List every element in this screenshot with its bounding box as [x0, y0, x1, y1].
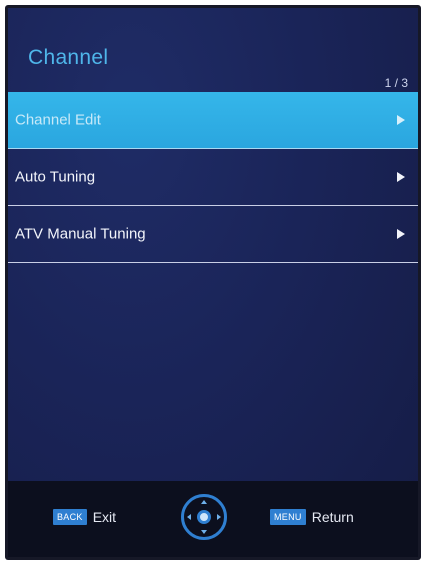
- page-indicator: 1 / 3: [384, 76, 408, 90]
- tv-screen: Channel 1 / 3 Channel Edit Auto Tuning A…: [5, 5, 421, 560]
- back-exit-hint[interactable]: BACK Exit: [53, 509, 116, 525]
- menu-item-atv-manual-tuning[interactable]: ATV Manual Tuning: [8, 206, 418, 263]
- dpad-up-icon: [201, 500, 207, 504]
- dpad-left-icon: [187, 514, 191, 520]
- menu-item-auto-tuning[interactable]: Auto Tuning: [8, 149, 418, 206]
- dpad-icon: [181, 494, 227, 540]
- dpad-right-icon: [217, 514, 221, 520]
- channel-menu-panel: Channel 1 / 3 Channel Edit Auto Tuning A…: [8, 8, 418, 557]
- menu-return-hint[interactable]: MENU Return: [270, 509, 354, 525]
- menu-key-badge: MENU: [270, 509, 306, 525]
- dpad-ok-icon: [197, 510, 211, 524]
- menu-hint-label: Return: [311, 509, 354, 525]
- page-title: Channel: [28, 46, 109, 69]
- menu-item-label: Channel Edit: [15, 111, 101, 129]
- arrow-right-icon: [397, 229, 405, 239]
- key-hint-bar: BACK Exit MENU Return: [8, 481, 418, 557]
- back-hint-label: Exit: [92, 509, 117, 525]
- arrow-right-icon: [397, 115, 405, 125]
- arrow-right-icon: [397, 172, 405, 182]
- menu-item-label: Auto Tuning: [15, 168, 96, 186]
- dpad-down-icon: [201, 530, 207, 534]
- channel-menu-list: Channel Edit Auto Tuning ATV Manual Tuni…: [8, 92, 418, 263]
- menu-header: Channel 1 / 3: [8, 8, 418, 92]
- menu-item-label: ATV Manual Tuning: [15, 225, 146, 243]
- menu-item-channel-edit[interactable]: Channel Edit: [8, 92, 418, 149]
- back-key-badge: BACK: [53, 509, 87, 525]
